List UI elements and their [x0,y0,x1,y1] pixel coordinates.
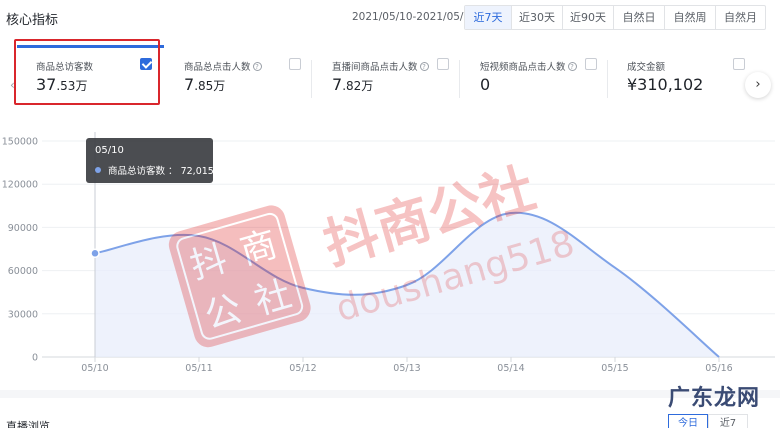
tooltip-text: 商品总访客数 ： 72,015 [108,166,214,177]
section-title: 核心指标 [6,13,59,28]
period-90d[interactable]: 近90天 [562,6,613,29]
metric-card-video-clicks[interactable]: 短视频商品点击人数? 0 [480,42,598,104]
help-icon[interactable]: ? [567,62,577,71]
chart-tooltip: 05/10 商品总访客数 ： 72,015 [86,138,214,183]
help-icon[interactable]: ? [252,62,262,71]
x-tick-label: 05/15 [601,363,628,374]
divider [607,60,608,98]
metric-checkbox[interactable] [585,58,597,70]
period-natural-day[interactable]: 自然日 [613,6,664,29]
y-tick-label: 30000 [8,309,38,320]
metric-label: 直播间商品点击人数? [332,59,429,73]
hover-point[interactable] [90,248,100,259]
y-tick-label: 60000 [8,266,38,277]
tooltip-date: 05/10 [95,145,124,156]
series-dot-icon [95,167,101,173]
range-tabs: 今日 近7 [668,414,748,428]
metric-value: 7.82万 [332,75,374,94]
metric-value: 0 [480,75,491,94]
x-tick-label: 05/16 [705,363,732,374]
period-selector: 近7天 近30天 近90天 自然日 自然周 自然月 [464,5,766,30]
metric-label: 短视频商品点击人数? [480,59,577,73]
divider [311,60,312,98]
x-tick-label: 05/12 [289,363,316,374]
tab-today[interactable]: 今日 [668,414,708,428]
metric-value: 7.85万 [184,75,226,94]
x-tick-label: 05/13 [393,363,420,374]
core-metrics-panel: 核心指标 2021/05/10-2021/05/16 近7天 近30天 近90天… [0,0,780,390]
x-tick-label: 05/14 [497,363,524,374]
metric-value: ¥310,102 [627,75,704,94]
metric-card-clicks[interactable]: 商品总点击人数? 7.85万 [184,42,302,104]
metric-label: 成交金额 [627,62,666,73]
x-tick-label: 05/11 [185,363,212,374]
live-browse-section: 直播浏览 今日 近7 [0,398,780,428]
y-tick-label: 90000 [8,223,38,234]
period-natural-week[interactable]: 自然周 [664,6,715,29]
period-30d[interactable]: 近30天 [511,6,562,29]
x-tick-label: 05/10 [81,363,108,374]
corner-watermark: 广东龙网 [668,386,761,411]
prev-arrow-icon[interactable]: ‹ [10,78,15,92]
metric-checkbox[interactable] [289,58,301,70]
metric-card-live-clicks[interactable]: 直播间商品点击人数? 7.82万 [332,42,450,104]
y-tick-label: 120000 [2,180,38,191]
section-title: 直播浏览 [6,420,50,428]
divider [459,60,460,98]
metric-checkbox[interactable] [437,58,449,70]
metric-card-gmv[interactable]: 成交金额 ¥310,102 [627,42,745,104]
date-range: 2021/05/10-2021/05/16 [352,11,477,23]
next-arrow-icon[interactable]: › [745,72,771,98]
help-icon[interactable]: ? [419,62,429,71]
highlight-box [14,39,160,105]
metric-checkbox[interactable] [733,58,745,70]
period-7d[interactable]: 近7天 [465,6,511,29]
tab-7d[interactable]: 近7 [708,414,748,428]
period-natural-month[interactable]: 自然月 [715,6,765,29]
y-tick-label: 150000 [2,137,38,148]
metric-label: 商品总点击人数? [184,59,262,73]
y-tick-label: 0 [32,353,38,364]
